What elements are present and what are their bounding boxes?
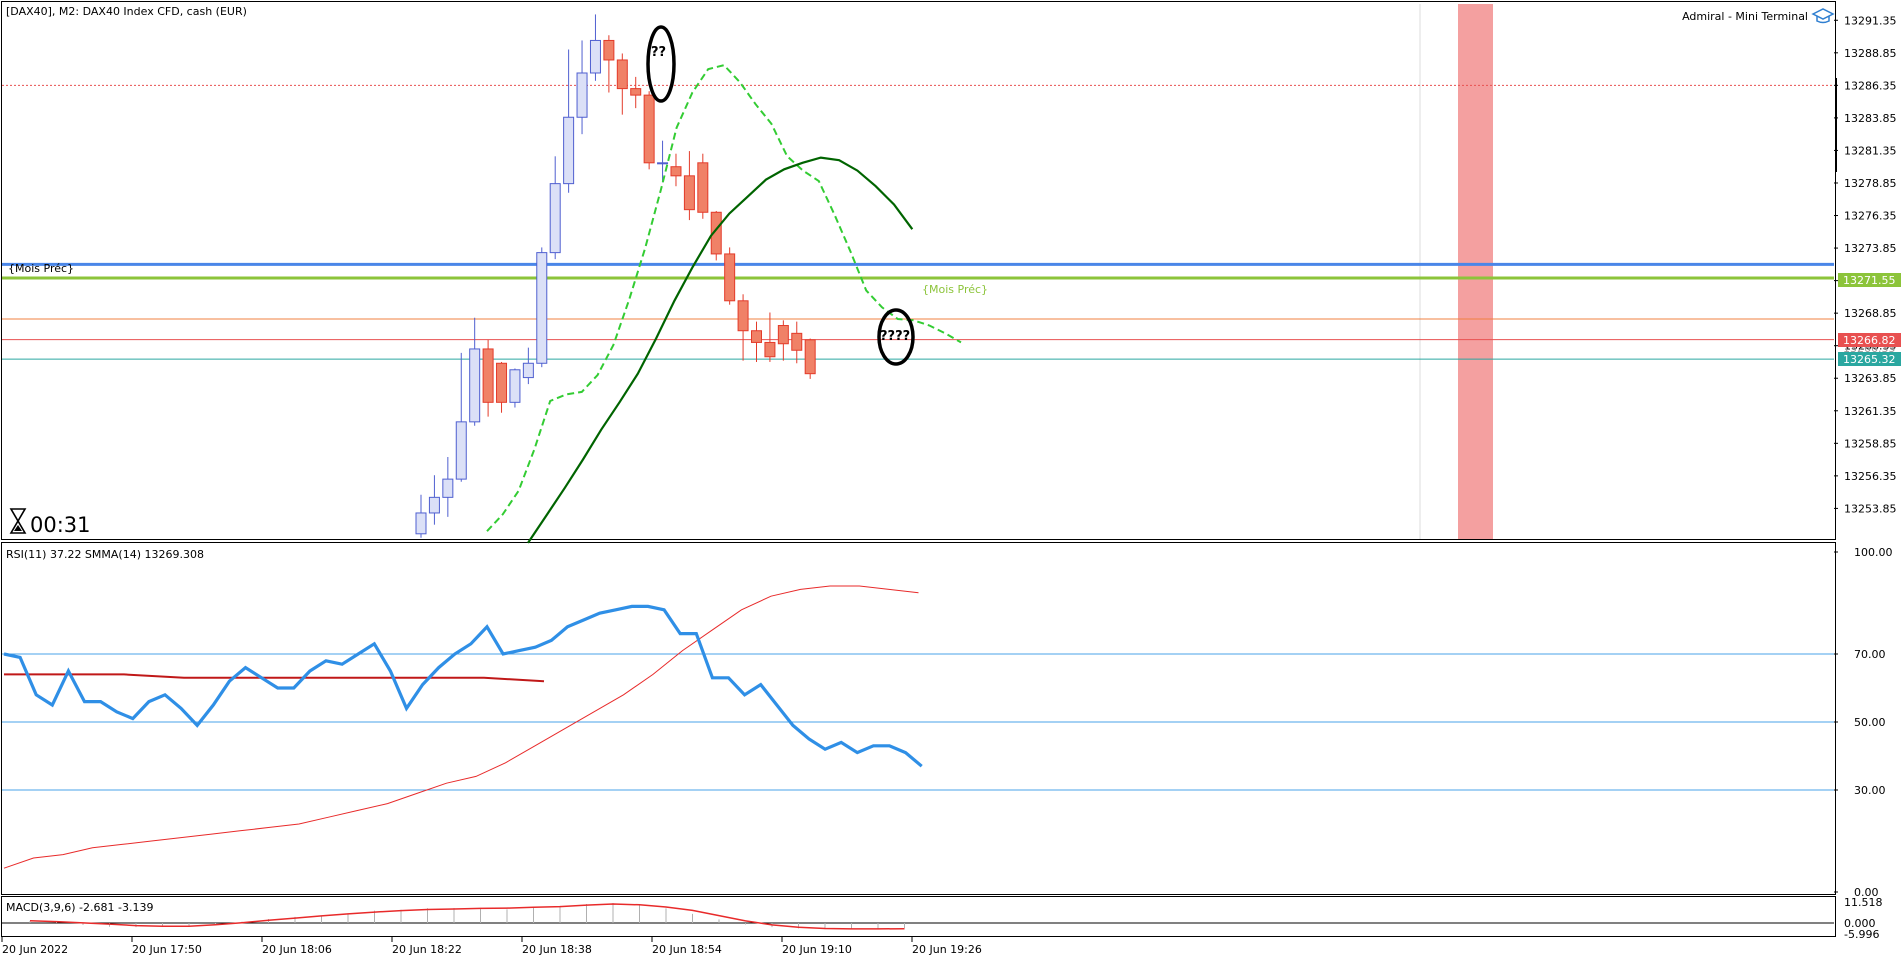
time-tick-label: 20 Jun 18:38 (522, 943, 592, 955)
time-tick-label: 20 Jun 2022 (2, 943, 68, 955)
level-label-left: {Mois Préc} (8, 262, 74, 275)
macd-panel-frame (1, 896, 1836, 937)
main-panel-frame (1, 1, 1836, 540)
macd-panel: 11.5180.000-5.996 (2, 896, 1883, 941)
candle-body (469, 348, 481, 423)
price-axis: 13291.35 13288.85 13286.35 13283.85 13281.35… (1834, 14, 1897, 515)
candle-body (630, 88, 642, 96)
candles (415, 14, 816, 538)
candle-body (428, 496, 440, 514)
candle-body (442, 478, 454, 498)
terminal-label: Admiral - Mini Terminal (1682, 10, 1808, 23)
price-tick-label: 13263.85 (1844, 372, 1897, 385)
macd-signal-line (29, 903, 905, 930)
candle-body (643, 94, 655, 164)
time-tick-label: 20 Jun 18:22 (392, 943, 462, 955)
level-label-right: {Mois Préc} (922, 283, 988, 296)
candle-body (751, 330, 762, 343)
fast-ma-line (486, 64, 962, 532)
candle-timer: 00:31 (30, 513, 91, 537)
price-tick-label: 13278.85 (1844, 177, 1897, 190)
price-tick-label: 13268.85 (1844, 307, 1897, 320)
candle-body (509, 369, 521, 403)
time-axis: 20 Jun 2022 20 Jun 17:50 20 Jun 18:06 20 Ju… (1, 937, 982, 955)
candle-body (616, 59, 628, 90)
price-tick-label: 13286.35 (1844, 79, 1897, 92)
time-tick-label: 20 Jun 18:06 (262, 943, 332, 955)
hourglass-icon (9, 508, 27, 534)
candle-body (791, 332, 803, 351)
candle-body (576, 72, 588, 118)
shaded-zone (1458, 4, 1493, 539)
chart-title: [DAX40], M2: DAX40 Index CFD, cash (EUR) (6, 5, 247, 18)
badge-red: 13266.82 (1843, 334, 1896, 347)
price-tick-label: 13281.35 (1844, 144, 1897, 157)
price-tick-label: 13283.85 (1844, 112, 1897, 125)
smma-line (3, 585, 919, 869)
rsi-tick-label: 70.00 (1854, 648, 1886, 661)
candle-body (455, 421, 467, 480)
candle-body (737, 300, 749, 332)
candle-body (724, 253, 736, 302)
annotation-text-1: ?? (651, 45, 666, 60)
rsi-panel-frame (1, 542, 1836, 895)
candle-body (697, 162, 709, 213)
price-tick-label: 13276.35 (1844, 210, 1897, 223)
time-tick-label: 20 Jun 19:26 (912, 943, 982, 955)
rsi-tick-label: 100.00 (1854, 546, 1893, 559)
mortarboard-icon[interactable] (1811, 8, 1835, 24)
candle-body (764, 341, 776, 358)
candle-body (522, 362, 534, 379)
price-tick-label: 13288.85 (1844, 47, 1897, 60)
time-tick-label: 20 Jun 18:54 (652, 943, 722, 955)
time-tick-label: 20 Jun 17:50 (132, 943, 202, 955)
price-tick-label: 13273.85 (1844, 242, 1897, 255)
price-levels (2, 84, 1834, 360)
macd-tick-label: -5.996 (1844, 928, 1879, 941)
candle-body (415, 512, 427, 535)
candle-body (482, 348, 494, 403)
smma-ref-line (4, 673, 545, 683)
time-tick-label: 20 Jun 19:10 (782, 943, 852, 955)
annotation-ellipse-1 (646, 25, 676, 103)
candle-body (536, 252, 548, 364)
badge-green: 13271.55 (1843, 274, 1896, 287)
price-tick-label: 13291.35 (1844, 14, 1897, 27)
candle-body (603, 39, 615, 61)
rsi-title: RSI(11) 37.22 SMMA(14) 13269.308 (6, 548, 204, 561)
price-tick-label: 13261.35 (1844, 405, 1897, 418)
candle-body (683, 175, 695, 211)
candle-body (777, 325, 789, 345)
candle-body (589, 39, 601, 74)
rsi-line (3, 604, 923, 768)
rsi-tick-label: 30.00 (1854, 784, 1886, 797)
main-static (1419, 4, 1837, 539)
candle-body (804, 339, 816, 375)
candle-body (657, 162, 669, 165)
candle-body (496, 362, 508, 403)
annotation-text-2: ???? (880, 329, 910, 344)
candle-body (563, 116, 575, 185)
rsi-panel: 100.0070.0050.0030.000.00 (2, 546, 1893, 899)
price-tick-label: 13256.35 (1844, 470, 1897, 483)
macd-tick-label: 11.518 (1844, 896, 1883, 909)
price-tick-label: 13253.85 (1844, 502, 1897, 515)
moving-averages (486, 64, 962, 544)
candle-body (670, 166, 682, 177)
badge-teal: 13265.32 (1843, 353, 1896, 366)
rsi-tick-label: 50.00 (1854, 716, 1886, 729)
candle-body (549, 183, 561, 254)
chart-svg: 13291.35 13288.85 13286.35 13283.85 13281.35… (1, 1, 1901, 955)
macd-title: MACD(3,9,6) -2.681 -3.139 (6, 901, 153, 914)
price-tick-label: 13258.85 (1844, 437, 1897, 450)
